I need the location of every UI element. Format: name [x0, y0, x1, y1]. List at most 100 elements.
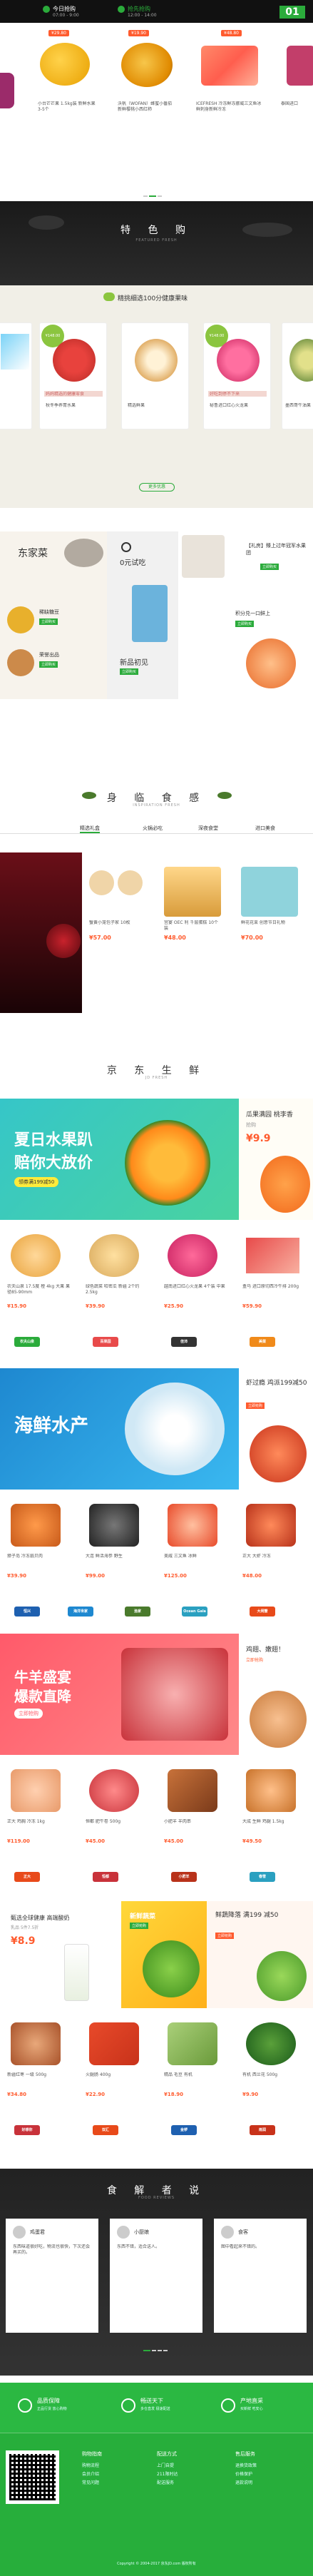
brand-logo[interactable]: 恒都: [93, 1872, 118, 1882]
more-button[interactable]: 更多优惠: [139, 483, 175, 492]
product-card[interactable]: ¥48.80 ICEFRESH 冷冻鲜冻挪威三文鱼冰鲜刺身新鲜冷冻: [193, 30, 264, 158]
buy-button[interactable]: 立即购买: [39, 661, 58, 668]
seafood-banner[interactable]: 海鲜水产: [0, 1368, 239, 1490]
buy-button[interactable]: 立即抢购: [246, 1656, 263, 1663]
banner-title: 赔你大放价: [14, 1154, 93, 1172]
footer-link[interactable]: 退换货政策: [235, 2462, 307, 2470]
review-text: 图中看起来不错的。: [221, 2244, 260, 2249]
brand-logo[interactable]: 小肥羊: [171, 1872, 197, 1882]
card-name: 墨西哥牛油果: [285, 403, 312, 408]
inspiration-banner[interactable]: [0, 852, 82, 1013]
brand-logo[interactable]: 渔家: [125, 1607, 150, 1617]
promo-zero[interactable]: 0元试吃 新品初见 立即购买: [107, 531, 178, 699]
product-image[interactable]: [164, 867, 221, 917]
promo-title: 【礼房】臻上过年冠军水果团: [246, 543, 306, 556]
brand-logo[interactable]: 美菜: [250, 1337, 275, 1347]
review-card[interactable]: 食客 图中看起来不错的。: [214, 2219, 307, 2333]
brand-logo[interactable]: 大闸蟹: [250, 1607, 275, 1617]
review-card[interactable]: 小厨娘 东西不错，适合送人。: [110, 2219, 202, 2333]
footer-link[interactable]: 价格保护: [235, 2470, 307, 2479]
footer-link[interactable]: 配送服务: [157, 2479, 228, 2488]
tab-night[interactable]: 深夜食堂: [198, 825, 218, 832]
product-image[interactable]: [11, 1504, 61, 1547]
featured-card[interactable]: 精选鲜果: [121, 322, 189, 429]
product-name: 沃帆（WOFAN）蜂蜜小番茄新鲜樱桃小西红柿: [118, 101, 173, 112]
brand-logo[interactable]: 正大: [14, 1872, 40, 1882]
featured-card[interactable]: [0, 322, 32, 429]
product-card[interactable]: ¥19.90 沃帆（WOFAN）蜂蜜小番茄新鲜樱桃小西红柿: [114, 30, 178, 158]
product-name: 美威 三文鱼 冰鲜: [164, 1554, 197, 1559]
meat-banner[interactable]: 牛羊盛宴 爆款直降 立即抢购: [0, 1634, 239, 1755]
brand-logo[interactable]: 恒兴: [14, 1607, 40, 1617]
flash-slot-1[interactable]: 今日抢购 07:00 - 9:00: [43, 4, 93, 20]
featured-card[interactable]: 墨西哥牛油果: [282, 322, 313, 429]
product-image[interactable]: [11, 1769, 61, 1812]
product-image[interactable]: [168, 1769, 217, 1812]
footer-link[interactable]: 购物流程: [82, 2462, 153, 2470]
brand-logo[interactable]: 佳沛: [171, 1337, 197, 1347]
product-image[interactable]: [89, 1234, 139, 1277]
footer-link[interactable]: 退款说明: [235, 2479, 307, 2488]
tab-import[interactable]: 进口美食: [255, 825, 275, 832]
brand-logo[interactable]: 春雪: [250, 1872, 275, 1882]
side-promo[interactable]: 瓜果满园 桃李香 抢购 ¥9.9: [239, 1099, 313, 1220]
product-image[interactable]: [168, 1234, 217, 1277]
card-name: 秘鲁进口红心火龙果: [210, 403, 249, 408]
product-name: 大成 生鲜 鸡腿 1.5kg: [242, 1819, 284, 1824]
product-image[interactable]: [89, 1504, 139, 1547]
promo-east[interactable]: 东家菜 稀缺糖豆 立即购买 荣誉出品 立即购买: [0, 531, 107, 699]
side-promo[interactable]: 虾过瘾 鸡派199减50 立即抢购: [239, 1368, 313, 1490]
product-image[interactable]: [246, 1769, 296, 1812]
flash-slot-2[interactable]: 抢先抢购 12:00 - 14:00: [118, 4, 168, 20]
footer-link[interactable]: 常见问题: [82, 2479, 153, 2488]
product-image[interactable]: [241, 867, 298, 917]
veg-panel[interactable]: 新鲜蔬菜 立即抢购: [121, 1901, 207, 2008]
tab-hotpot[interactable]: 火锅必吃: [143, 825, 163, 832]
product-image[interactable]: [11, 1234, 61, 1277]
buy-button[interactable]: 立即抢购: [14, 1709, 43, 1719]
section-subtitle: INSPIRATION FRESH: [133, 803, 180, 808]
product-image[interactable]: [89, 1769, 139, 1812]
featured-card[interactable]: ¥148.00 妈妈精选的健康零食 秋冬季养胃水果: [39, 322, 107, 429]
veg-promo-panel[interactable]: 鲜蔬降落 满199 减50 立即抢购: [207, 1901, 313, 2008]
brand-logo[interactable]: 金锣: [171, 2125, 197, 2135]
carousel-dots[interactable]: [143, 2347, 168, 2353]
brand-logo[interactable]: 海洋世家: [68, 1607, 93, 1617]
footer-link[interactable]: 上门自提: [157, 2462, 228, 2470]
buy-button[interactable]: 立即抢购: [215, 1933, 235, 1939]
brand-logo[interactable]: 农夫山泉: [14, 1337, 40, 1347]
promo-right[interactable]: 【礼房】臻上过年冠军水果团 立即购买 积分兑一口鲜上 立即购买: [178, 531, 313, 699]
buy-button[interactable]: 立即购买: [120, 668, 139, 675]
card-subtitle: 好吃到停不下来: [210, 392, 240, 397]
product-image[interactable]: [11, 2022, 61, 2065]
summer-fruit-banner[interactable]: 夏日水果趴 赔你大放价 领券满199减50: [0, 1099, 239, 1220]
product-image[interactable]: [246, 1238, 299, 1273]
product-image[interactable]: [168, 1504, 217, 1547]
coupon-button[interactable]: 领券满199减50: [14, 1177, 59, 1187]
review-card[interactable]: 鸡蛋君 东西味道很好吃，物流也很快，下次还会再买的。: [6, 2219, 98, 2333]
product-image[interactable]: [89, 2022, 139, 2065]
product-image[interactable]: [246, 1504, 296, 1547]
buy-button[interactable]: 立即抢购: [130, 1923, 149, 1929]
buy-button[interactable]: 立即抢购: [246, 1402, 265, 1409]
brand-logo[interactable]: Ocean Gala: [182, 1607, 207, 1617]
product-price: ¥48.00: [164, 935, 186, 941]
featured-card[interactable]: ¥148.00 好吃到停不下来 秘鲁进口红心火龙果: [203, 322, 271, 429]
buy-button[interactable]: 立即购买: [39, 618, 58, 625]
brand-logo[interactable]: 百果园: [93, 1337, 118, 1347]
brand-logo[interactable]: 雨润: [250, 2125, 275, 2135]
footer-link[interactable]: 会员介绍: [82, 2470, 153, 2479]
product-image[interactable]: [246, 2022, 296, 2065]
product-image[interactable]: [168, 2022, 217, 2065]
product-card[interactable]: 泰国进口: [279, 30, 313, 158]
brand-logo[interactable]: 双汇: [93, 2125, 118, 2135]
footer-link[interactable]: 211限时达: [157, 2470, 228, 2479]
product-card[interactable]: [89, 867, 146, 917]
carousel-dots[interactable]: [143, 193, 163, 198]
buy-button[interactable]: 立即购买: [235, 621, 255, 627]
brand-logo[interactable]: 好想你: [14, 2125, 40, 2135]
buy-button[interactable]: 立即购买: [260, 564, 279, 570]
side-promo[interactable]: 鸡翅、嫩翅！ 立即抢购: [239, 1634, 313, 1755]
tab-gift[interactable]: 精选礼盒: [80, 825, 100, 833]
product-card[interactable]: ¥29.80 小台芒芒果 1.5kg装 新鲜水果3-5个: [34, 30, 98, 158]
